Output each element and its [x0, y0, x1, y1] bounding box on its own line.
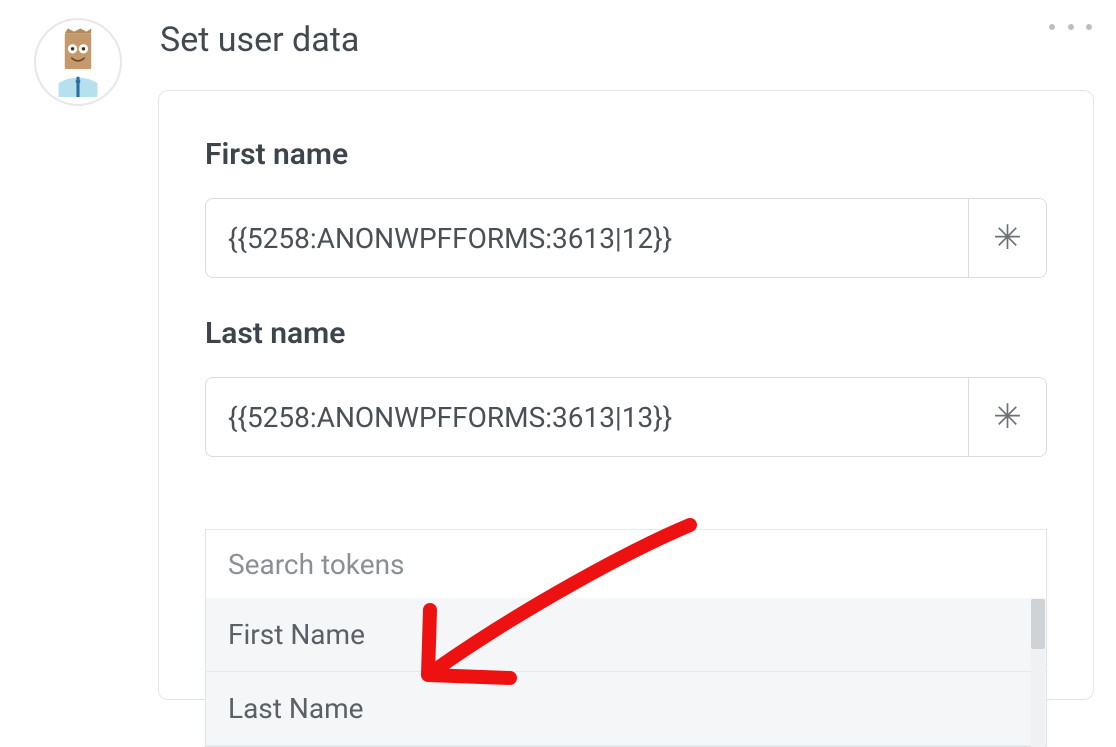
asterisk-icon: ✳ — [993, 397, 1022, 437]
last-name-input[interactable] — [206, 378, 968, 456]
token-search-input[interactable] — [206, 530, 1046, 598]
more-horizontal-icon — [1049, 24, 1055, 30]
field-last-name: Last name ✳ — [205, 316, 1047, 457]
scrollbar-thumb[interactable] — [1031, 599, 1045, 649]
token-option-first-name[interactable]: First Name — [206, 598, 1046, 672]
more-options-button[interactable] — [1044, 14, 1092, 35]
first-name-label: First name — [205, 137, 1047, 172]
token-option-list: First Name Last Name — [206, 598, 1046, 746]
field-first-name: First name ✳ — [205, 137, 1047, 278]
avatar — [34, 18, 122, 106]
action-card: First name ✳ Last name ✳ First Name Last — [158, 90, 1094, 700]
first-name-token-button[interactable]: ✳ — [968, 199, 1046, 277]
last-name-token-button[interactable]: ✳ — [968, 378, 1046, 456]
last-name-input-row: ✳ — [205, 377, 1047, 457]
more-horizontal-icon — [1086, 24, 1092, 30]
dropdown-scrollbar[interactable] — [1031, 599, 1045, 747]
more-horizontal-icon — [1068, 24, 1074, 30]
first-name-input[interactable] — [206, 199, 968, 277]
token-dropdown: First Name Last Name — [205, 529, 1047, 747]
first-name-input-row: ✳ — [205, 198, 1047, 278]
token-option-last-name[interactable]: Last Name — [206, 672, 1046, 746]
paper-bag-avatar-icon — [43, 27, 113, 97]
action-title: Set user data — [160, 20, 359, 60]
asterisk-icon: ✳ — [993, 218, 1022, 258]
last-name-label: Last name — [205, 316, 1047, 351]
